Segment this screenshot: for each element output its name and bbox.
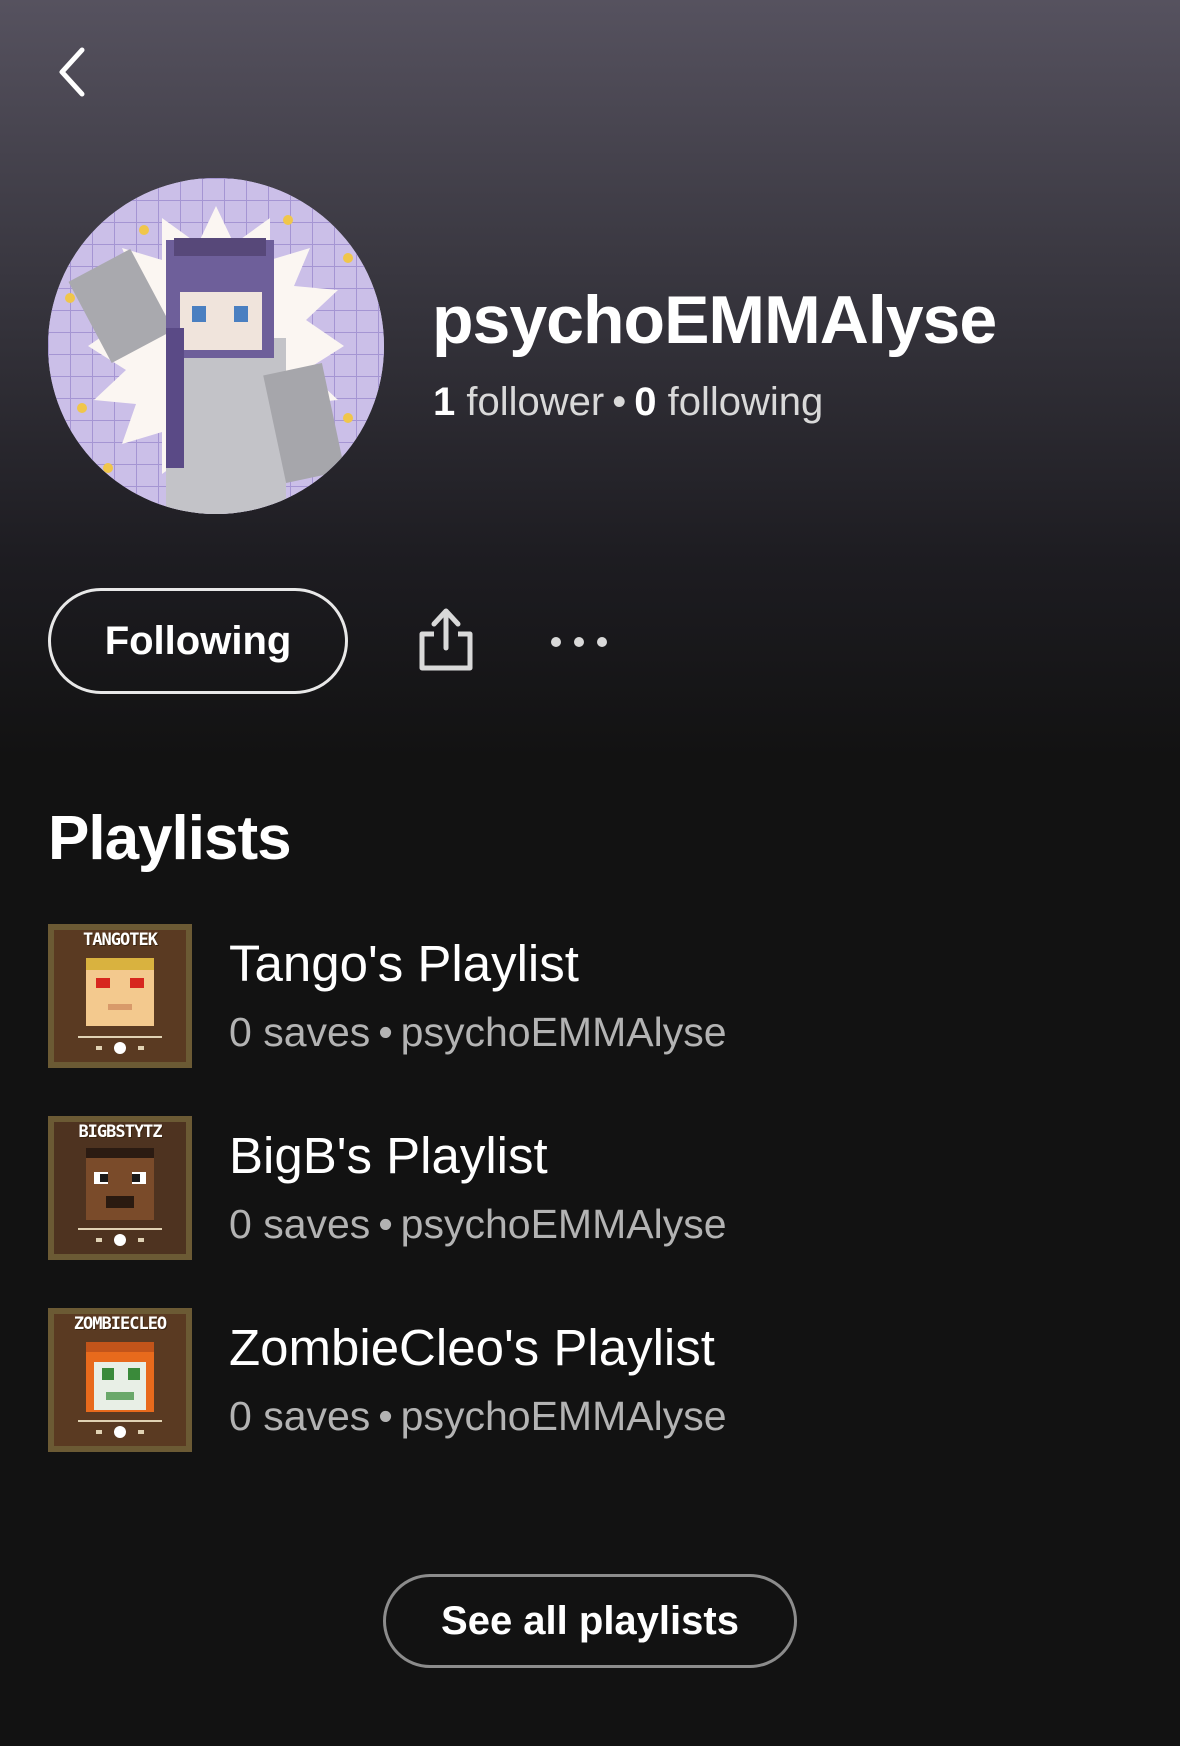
followers-count: 1	[433, 380, 456, 424]
more-horizontal-icon	[551, 637, 607, 647]
back-button[interactable]	[44, 40, 100, 104]
playlist-cover-label: BIGBSTYTZ	[78, 1122, 162, 1142]
playlist-meta: 0 saves • psychoEMMAlyse	[229, 1396, 727, 1437]
profile-avatar	[48, 178, 384, 514]
chevron-left-icon	[59, 47, 85, 97]
playlist-cover-label: ZOMBIECLEO	[73, 1314, 167, 1334]
meta-separator: •	[378, 1393, 393, 1439]
playlist-title: ZombieCleo's Playlist	[229, 1319, 715, 1376]
playlist-item-zombiecleo[interactable]: ZOMBIECLEO ZombieCleo's Playlist 0 saves…	[48, 1308, 1132, 1452]
following-label[interactable]: following	[668, 380, 824, 424]
profile-page: psychoEMMAlyse 1 follower • 0 following Fo…	[0, 0, 1180, 1746]
playlist-meta: 0 saves • psychoEMMAlyse	[229, 1204, 727, 1245]
meta-separator: •	[378, 1201, 393, 1247]
playlist-item-bigb[interactable]: BIGBSTYTZ BigB's Playlist 0 saves • psycho…	[48, 1116, 1132, 1260]
playlist-cover-label: TANGOTEK	[83, 930, 158, 950]
playlist-saves: 0 saves	[229, 1393, 371, 1439]
playlist-meta: 0 saves • psychoEMMAlyse	[229, 1012, 727, 1053]
playlist-owner: psychoEMMAlyse	[400, 1009, 727, 1055]
follow-stats: 1 follower • 0 following	[433, 382, 823, 422]
stats-separator: •	[612, 380, 627, 424]
share-button[interactable]	[410, 600, 482, 676]
share-icon	[419, 608, 473, 671]
followers-label[interactable]: follower	[466, 380, 604, 424]
profile-username: psychoEMMAlyse	[432, 282, 997, 358]
following-count: 0	[634, 380, 657, 424]
playlist-saves: 0 saves	[229, 1201, 371, 1247]
playlist-cover: BIGBSTYTZ	[48, 1116, 192, 1260]
playlist-title: Tango's Playlist	[229, 935, 579, 992]
playlist-cover: ZOMBIECLEO	[48, 1308, 192, 1452]
more-options-button[interactable]	[544, 618, 614, 666]
playlist-title: BigB's Playlist	[229, 1127, 548, 1184]
playlists-heading: Playlists	[48, 804, 292, 873]
meta-separator: •	[378, 1009, 393, 1055]
following-button[interactable]: Following	[48, 588, 348, 694]
see-all-playlists-button[interactable]: See all playlists	[383, 1574, 797, 1668]
playlist-owner: psychoEMMAlyse	[400, 1201, 727, 1247]
playlist-owner: psychoEMMAlyse	[400, 1393, 727, 1439]
playlist-cover: TANGOTEK	[48, 924, 192, 1068]
playlist-item-tango[interactable]: TANGOTEK Tango's Playlist 0 saves • psycho…	[48, 924, 1132, 1068]
playlist-saves: 0 saves	[229, 1009, 371, 1055]
